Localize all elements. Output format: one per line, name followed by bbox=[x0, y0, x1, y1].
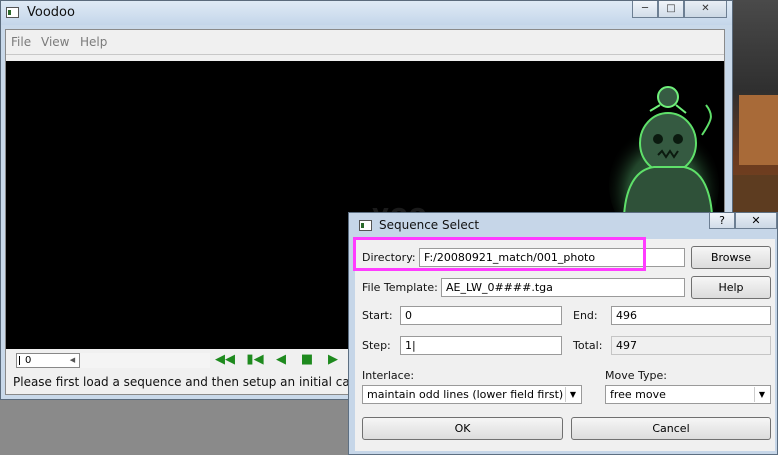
browse-button[interactable]: Browse bbox=[691, 246, 771, 269]
move-type-select[interactable]: free move ▼ bbox=[605, 385, 771, 404]
frame-value: 0 bbox=[25, 355, 32, 366]
ok-button[interactable]: OK bbox=[362, 417, 563, 440]
start-label: Start: bbox=[362, 309, 393, 322]
move-type-label: Move Type: bbox=[605, 369, 667, 382]
app-icon bbox=[6, 7, 19, 18]
step-label: Step: bbox=[362, 339, 391, 352]
play-icon[interactable]: ▶ bbox=[323, 352, 343, 368]
total-label: Total: bbox=[573, 339, 603, 352]
file-template-field[interactable]: AE_LW_0####.tga bbox=[441, 278, 685, 297]
end-field[interactable]: 496 bbox=[611, 306, 771, 325]
background-shape bbox=[733, 175, 778, 215]
menu-view[interactable]: View bbox=[41, 35, 69, 49]
first-frame-icon[interactable]: ◀◀ bbox=[215, 352, 235, 368]
spin-arrows-icon[interactable]: ◀ bbox=[67, 355, 78, 366]
dialog-app-icon bbox=[359, 220, 372, 231]
chevron-down-icon[interactable]: ▼ bbox=[754, 387, 769, 402]
background-shape bbox=[739, 95, 778, 165]
start-field[interactable]: 0 bbox=[400, 306, 562, 325]
window-title: Voodoo bbox=[27, 5, 75, 20]
frame-spinbox[interactable]: 0 ◀ bbox=[16, 353, 80, 368]
close-icon[interactable]: ✕ bbox=[684, 1, 727, 18]
menu-help[interactable]: Help bbox=[80, 35, 107, 49]
cancel-button[interactable]: Cancel bbox=[571, 417, 771, 440]
total-field: 497 bbox=[611, 336, 771, 355]
chevron-down-icon[interactable]: ▼ bbox=[565, 387, 580, 402]
minimize-icon[interactable]: ─ bbox=[632, 1, 658, 18]
end-label: End: bbox=[573, 309, 598, 322]
help-button[interactable]: Help bbox=[691, 276, 771, 299]
main-title-bar[interactable]: Voodoo ─ □ ✕ bbox=[1, 1, 732, 25]
directory-highlight-box bbox=[353, 237, 646, 271]
status-text: Please first load a sequence and then se… bbox=[13, 375, 369, 389]
stop-icon[interactable]: ■ bbox=[297, 352, 317, 368]
prev-key-icon[interactable]: ▮◀ bbox=[245, 352, 265, 368]
menu-file[interactable]: File bbox=[11, 35, 31, 49]
move-type-value: free move bbox=[610, 388, 666, 401]
interlace-select[interactable]: maintain odd lines (lower field first) ▼ bbox=[362, 385, 582, 404]
help-icon[interactable]: ? bbox=[709, 213, 735, 229]
dialog-title: Sequence Select bbox=[379, 218, 480, 232]
close-icon[interactable]: ✕ bbox=[735, 213, 777, 229]
menu-bar: File View Help bbox=[6, 30, 724, 55]
maximize-icon[interactable]: □ bbox=[658, 1, 684, 18]
frame-slider[interactable] bbox=[80, 353, 210, 368]
interlace-value: maintain odd lines (lower field first) bbox=[367, 388, 564, 401]
file-template-label: File Template: bbox=[362, 281, 438, 294]
interlace-label: Interlace: bbox=[362, 369, 415, 382]
step-field[interactable]: 1| bbox=[400, 336, 562, 355]
prev-frame-icon[interactable]: ◀ bbox=[271, 352, 291, 368]
